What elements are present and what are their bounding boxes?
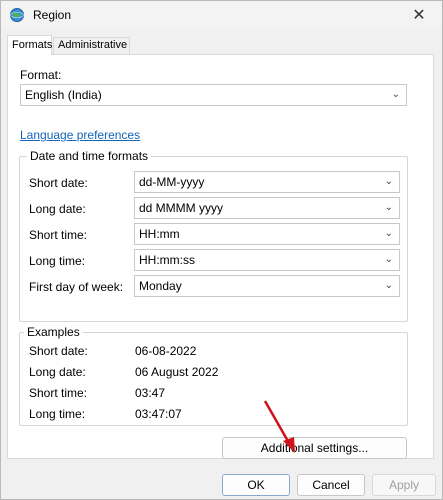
ok-button[interactable]: OK [222,474,290,496]
window-title: Region [33,8,72,22]
title-bar: Region ✕ [1,1,442,29]
long-date-select[interactable]: dd MMMM yyyy ⌄ [134,197,400,219]
example-short-date-label: Short date: [29,344,88,358]
formats-panel: Format: English (India) ⌄ Language prefe… [7,54,434,459]
apply-button[interactable]: Apply [372,474,436,496]
example-short-date-value: 06-08-2022 [135,344,197,358]
close-button[interactable]: ✕ [396,1,442,29]
long-date-label: Long date: [29,202,86,216]
short-time-select[interactable]: HH:mm ⌄ [134,223,400,245]
date-time-formats-group: Date and time formats Short date: dd-MM-… [19,149,408,322]
example-long-time-value: 03:47:07 [135,407,182,421]
first-day-of-week-select[interactable]: Monday ⌄ [134,275,400,297]
language-preferences-link[interactable]: Language preferences [20,128,140,142]
long-time-select[interactable]: HH:mm:ss ⌄ [134,249,400,271]
format-label: Format: [20,68,62,82]
long-time-value: HH:mm:ss [139,253,195,267]
short-date-label: Short date: [29,176,88,190]
region-dialog: Region ✕ Formats Administrative Format: … [0,0,443,500]
example-long-time-label: Long time: [29,407,86,421]
first-day-of-week-label: First day of week: [29,280,124,294]
first-day-of-week-value: Monday [139,279,182,293]
short-date-value: dd-MM-yyyy [139,175,205,189]
short-time-label: Short time: [29,228,88,242]
close-icon: ✕ [412,7,426,24]
annotation-arrow-icon [263,400,295,453]
cancel-button[interactable]: Cancel [297,474,365,496]
example-long-date-value: 06 August 2022 [135,365,219,379]
tab-formats[interactable]: Formats [7,35,52,55]
example-long-date-label: Long date: [29,365,86,379]
long-date-value: dd MMMM yyyy [139,201,223,215]
short-time-value: HH:mm [139,227,180,241]
long-time-label: Long time: [29,254,86,268]
short-date-select[interactable]: dd-MM-yyyy ⌄ [134,171,400,193]
example-short-time-value: 03:47 [135,386,166,400]
examples-legend: Examples [24,325,83,339]
globe-icon [10,8,24,22]
chevron-down-icon: ⌄ [391,89,400,100]
chevron-down-icon: ⌄ [384,280,393,291]
additional-settings-button[interactable]: Additional settings... [222,437,407,459]
examples-group: Examples Short date: 06-08-2022 Long dat… [19,325,408,426]
format-select[interactable]: English (India) ⌄ [20,84,407,106]
format-select-value: English (India) [25,88,102,102]
chevron-down-icon: ⌄ [384,228,393,239]
example-short-time-label: Short time: [29,386,88,400]
chevron-down-icon: ⌄ [384,202,393,213]
chevron-down-icon: ⌄ [384,176,393,187]
date-time-formats-legend: Date and time formats [27,149,152,163]
tab-administrative[interactable]: Administrative [53,37,130,54]
chevron-down-icon: ⌄ [384,254,393,265]
